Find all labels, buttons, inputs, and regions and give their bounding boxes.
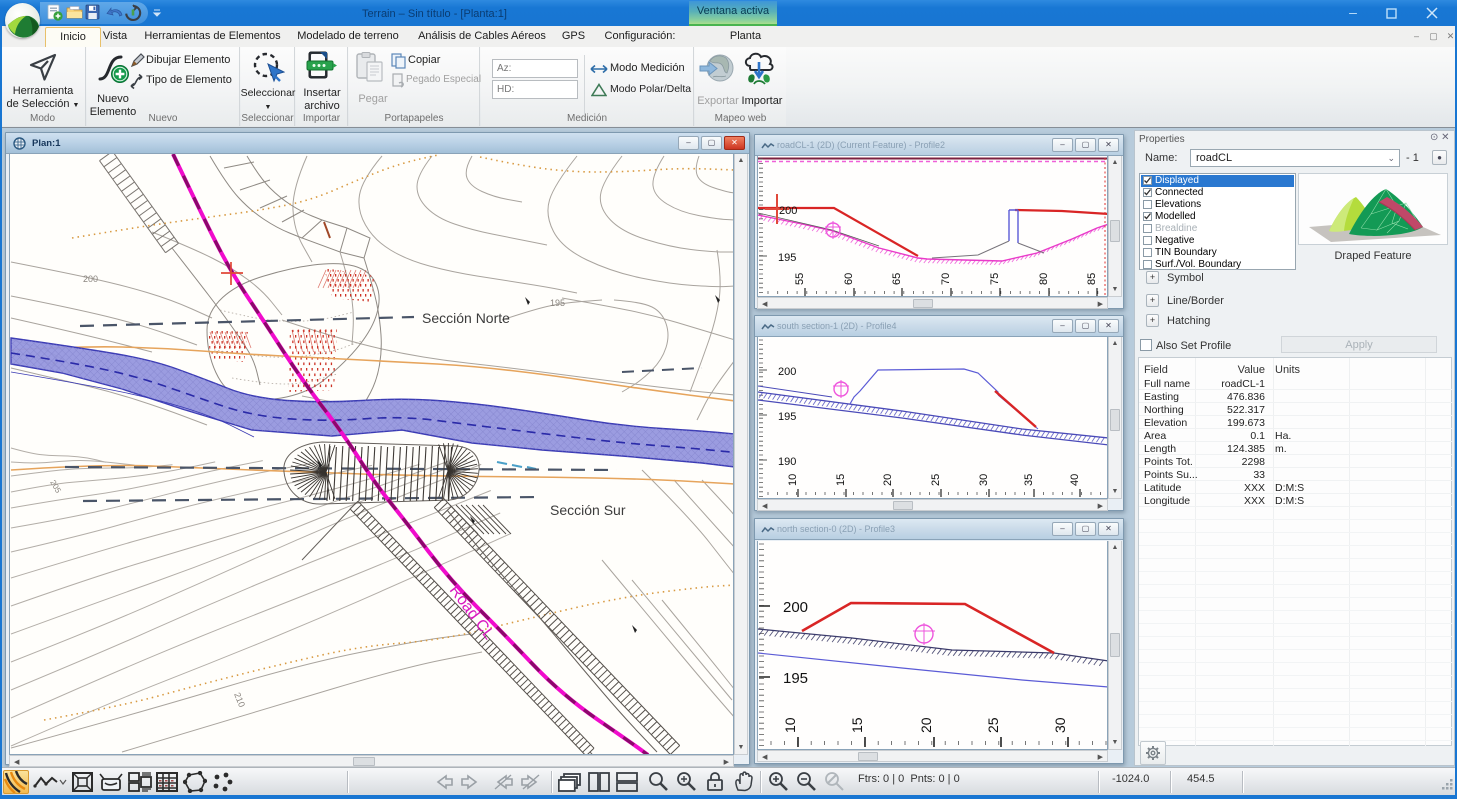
svg-text:85: 85 xyxy=(1086,273,1098,285)
svg-text:200: 200 xyxy=(779,205,797,217)
svg-text:Sección Sur: Sección Sur xyxy=(550,502,626,518)
svg-text:60: 60 xyxy=(843,273,855,285)
svg-text:30: 30 xyxy=(978,474,990,486)
svg-text:Sección Norte: Sección Norte xyxy=(422,310,510,326)
svg-text:190: 190 xyxy=(778,456,796,468)
svg-text:25: 25 xyxy=(930,474,942,486)
svg-text:30: 30 xyxy=(1052,717,1068,733)
svg-text:200: 200 xyxy=(83,274,98,284)
svg-text:200: 200 xyxy=(778,366,796,378)
svg-text:15: 15 xyxy=(849,717,865,733)
svg-text:20: 20 xyxy=(918,717,934,733)
svg-text:35: 35 xyxy=(1023,474,1035,486)
svg-text:80: 80 xyxy=(1038,273,1050,285)
svg-text:195: 195 xyxy=(778,411,796,423)
svg-text:195: 195 xyxy=(778,252,796,264)
svg-text:10: 10 xyxy=(787,474,799,486)
svg-text:195: 195 xyxy=(550,298,565,308)
svg-text:55: 55 xyxy=(794,273,806,285)
svg-text:10: 10 xyxy=(782,717,798,733)
svg-text:200: 200 xyxy=(783,599,808,616)
svg-text:20: 20 xyxy=(882,474,894,486)
svg-text:65: 65 xyxy=(891,273,903,285)
svg-text:75: 75 xyxy=(989,273,1001,285)
svg-text:70: 70 xyxy=(940,273,952,285)
svg-text:15: 15 xyxy=(835,474,847,486)
svg-text:195: 195 xyxy=(783,670,808,687)
svg-text:25: 25 xyxy=(985,717,1001,733)
svg-text:40: 40 xyxy=(1069,474,1081,486)
